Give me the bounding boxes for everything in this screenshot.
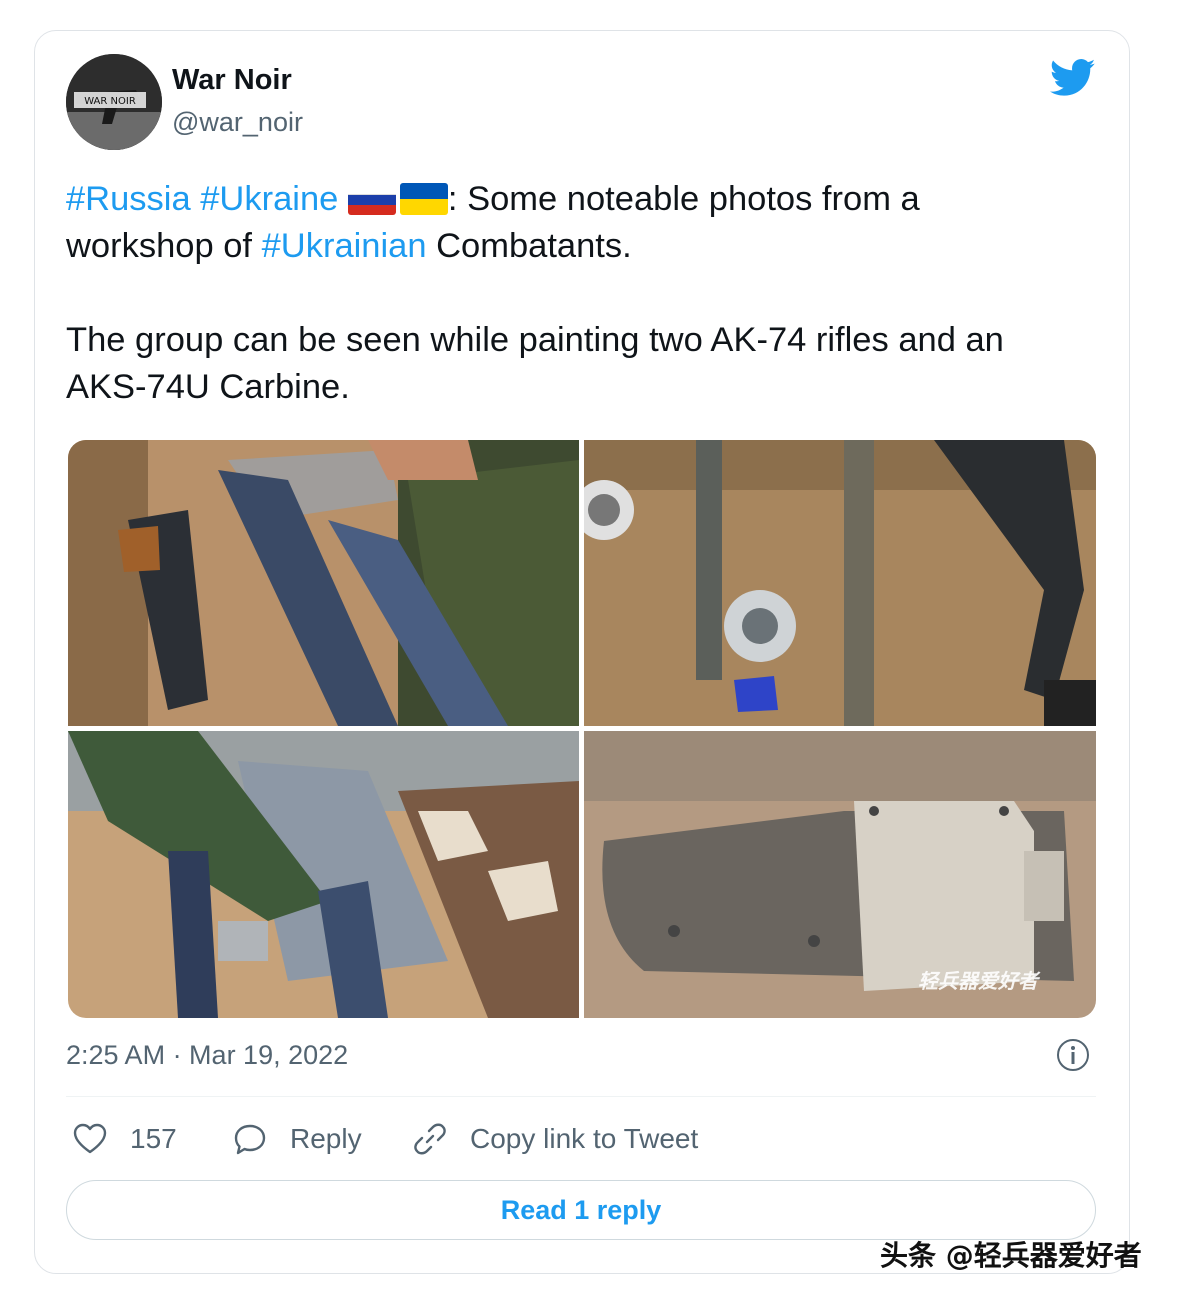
photo-rifles-on-table[interactable] <box>68 440 579 726</box>
info-icon[interactable] <box>1056 1038 1090 1072</box>
russia-flag-icon <box>347 183 396 215</box>
tweet-line2-before: workshop of <box>66 227 262 265</box>
tweet-paragraph-2: The group can be seen while painting two… <box>66 321 1004 406</box>
tweet-text: #Russia #Ukraine : Some noteable photos … <box>66 176 1086 411</box>
copy-link-label: Copy link to Tweet <box>470 1123 699 1154</box>
photo-parts-on-floor[interactable] <box>584 440 1096 726</box>
photo-painting-with-spray[interactable] <box>68 731 579 1018</box>
avatar[interactable]: WAR NOIR <box>66 54 162 150</box>
link-icon <box>414 1123 446 1155</box>
media-grid: 轻兵器爱好者 <box>68 440 1096 1018</box>
hashtag-russia[interactable]: #Russia <box>66 180 191 218</box>
photo-painted-part-closeup[interactable]: 轻兵器爱好者 <box>584 731 1096 1018</box>
like-button[interactable]: 157 <box>72 1118 177 1160</box>
page-watermark: 头条 @轻兵器爱好者 <box>880 1239 1142 1272</box>
tweet-timestamp[interactable]: 2:25 AM · Mar 19, 2022 <box>66 1040 348 1071</box>
speech-bubble-icon <box>234 1124 266 1155</box>
twitter-bird-icon[interactable] <box>1050 58 1096 98</box>
reply-button[interactable]: Reply <box>232 1118 362 1160</box>
avatar-label: WAR NOIR <box>84 96 136 107</box>
author-handle[interactable]: @war_noir <box>172 107 303 138</box>
ukraine-flag-icon <box>399 183 448 215</box>
divider <box>66 1096 1096 1097</box>
heart-icon <box>73 1123 107 1154</box>
hashtag-ukraine[interactable]: #Ukraine <box>200 180 338 218</box>
tweet-line2-after: Combatants. <box>426 227 632 265</box>
copy-link-button[interactable]: Copy link to Tweet <box>412 1118 698 1160</box>
read-replies-button[interactable]: Read 1 reply <box>66 1180 1096 1240</box>
hashtag-ukrainian[interactable]: #Ukrainian <box>262 227 427 265</box>
tweet-line1-text: : Some noteable photos from a <box>447 180 920 218</box>
reply-label: Reply <box>290 1123 362 1154</box>
like-count: 157 <box>130 1123 177 1154</box>
photo-watermark: 轻兵器爱好者 <box>918 969 1038 993</box>
author-name[interactable]: War Noir <box>172 64 292 97</box>
